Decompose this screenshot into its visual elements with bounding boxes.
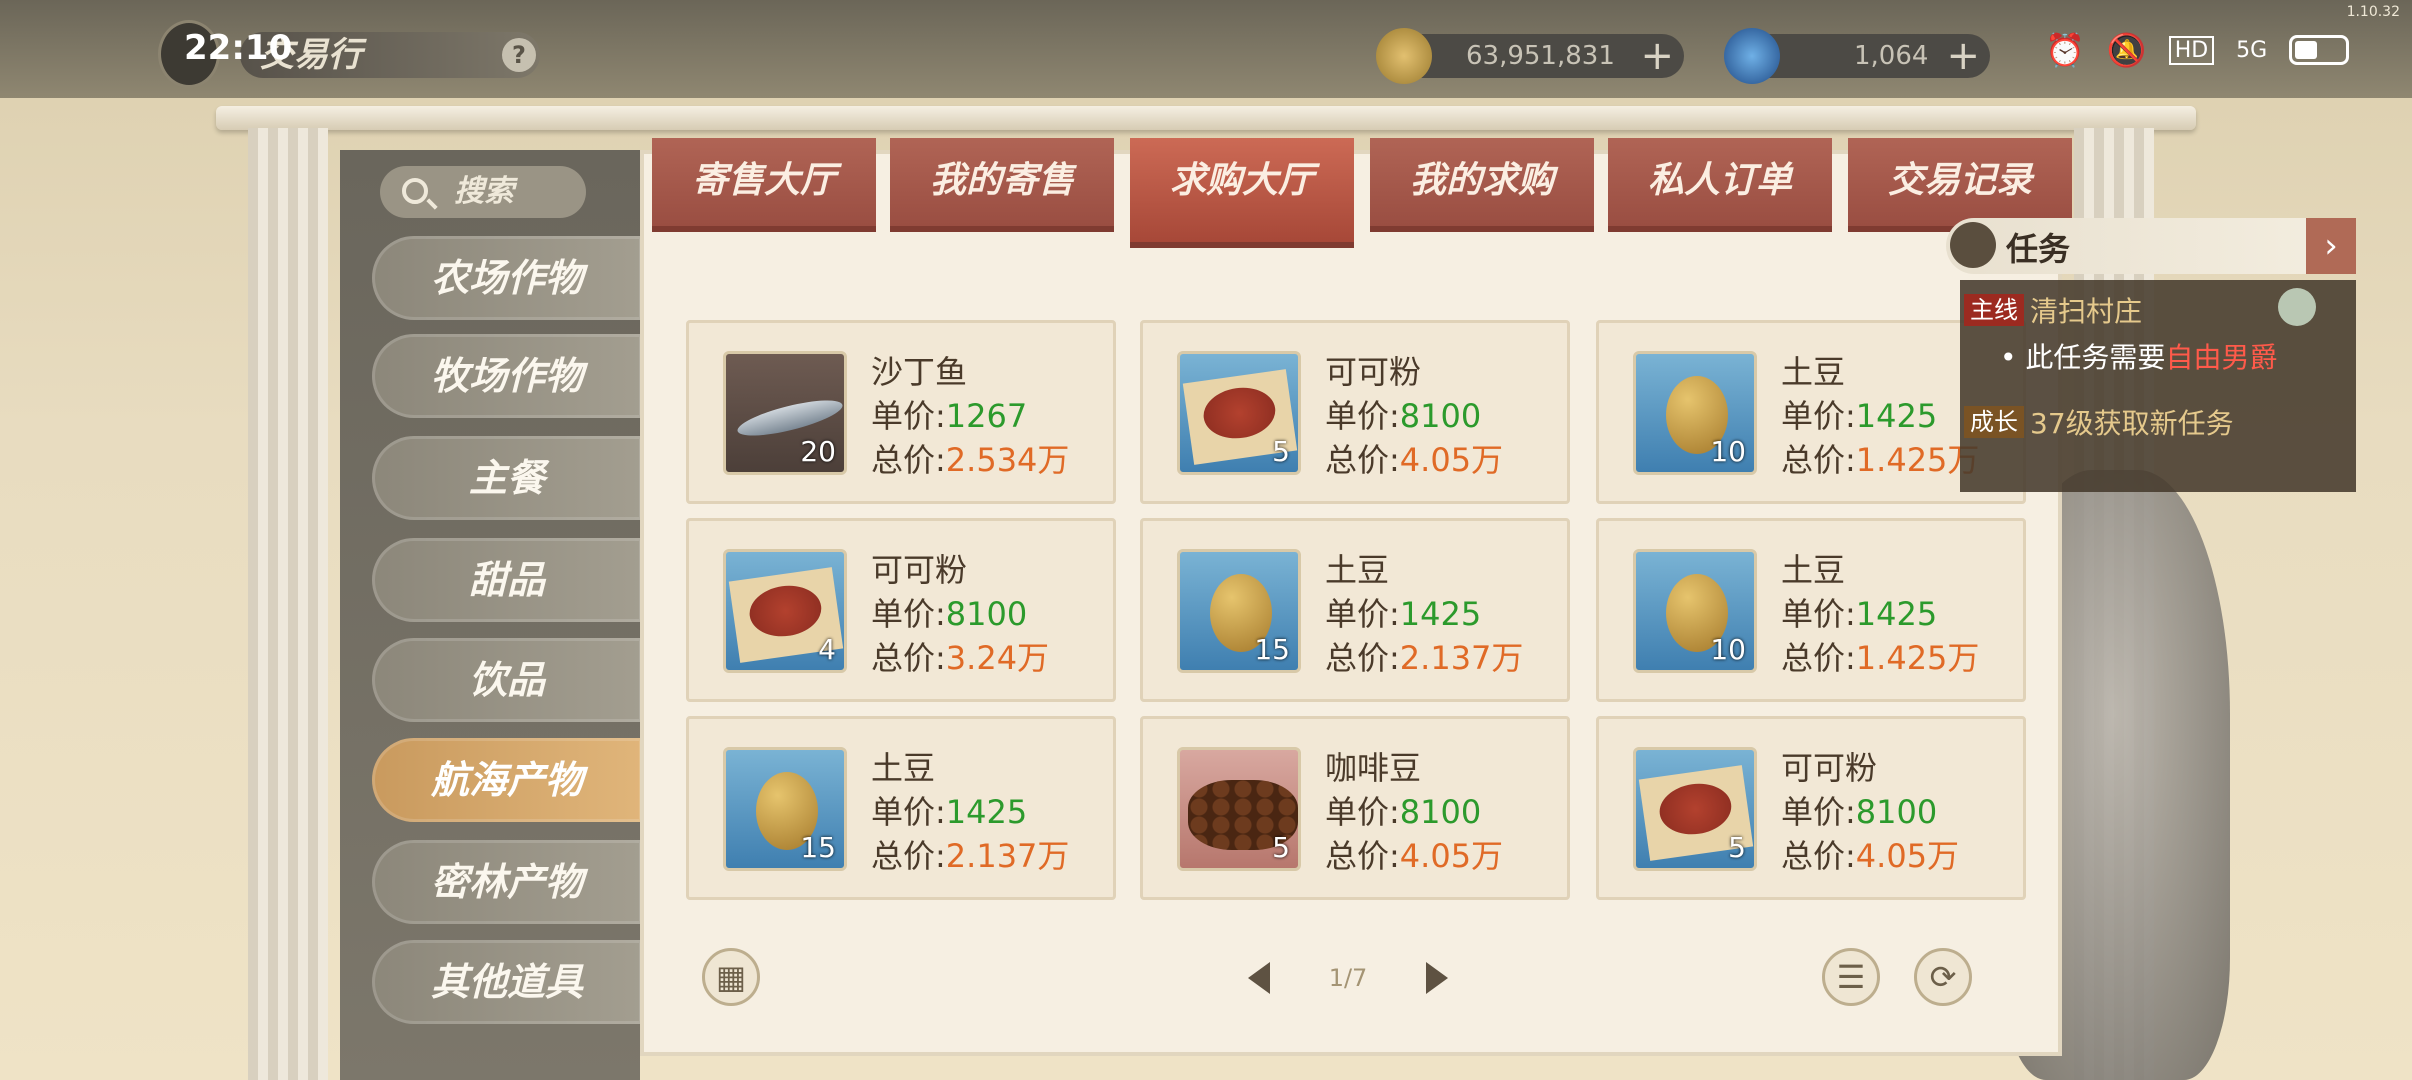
unit-price: 单价:8100 xyxy=(1781,793,1938,831)
item-card[interactable]: 20 沙丁鱼 单价:1267 总价:2.534万 xyxy=(686,320,1116,504)
category-farm-crops[interactable]: 农场作物 xyxy=(372,236,642,320)
tab-private-orders[interactable]: 私人订单 xyxy=(1608,138,1832,232)
item-card[interactable]: 5 可可粉 单价:8100 总价:4.05万 xyxy=(1596,716,2026,900)
unit-price: 单价:1425 xyxy=(871,793,1028,831)
pagination: 1/7 xyxy=(1248,954,1448,1002)
item-card[interactable]: 5 可可粉 单价:8100 总价:4.05万 xyxy=(1140,320,1570,504)
next-page-button[interactable] xyxy=(1426,962,1448,994)
unit-price: 单价:8100 xyxy=(871,595,1028,633)
item-name: 土豆 xyxy=(1781,551,1846,589)
category-dessert[interactable]: 甜品 xyxy=(372,538,642,622)
total-price: 总价:2.534万 xyxy=(871,441,1070,479)
item-name: 土豆 xyxy=(1325,551,1390,589)
total-price: 总价:4.05万 xyxy=(1325,837,1504,875)
gold-coin-icon xyxy=(1376,28,1432,84)
potato-icon: 10 xyxy=(1633,549,1757,673)
refresh-icon[interactable]: ⟳ xyxy=(1914,948,1972,1006)
tab-consignment-hall[interactable]: 寄售大厅 xyxy=(652,138,876,232)
diamond-amount: 1,064 xyxy=(1854,41,1929,71)
item-name: 沙丁鱼 xyxy=(871,353,968,391)
item-card[interactable]: 10 土豆 单价:1425 总价:1.425万 xyxy=(1596,518,2026,702)
category-main-course[interactable]: 主餐 xyxy=(372,436,642,520)
help-icon[interactable]: ? xyxy=(502,38,536,72)
search-icon xyxy=(402,178,428,204)
total-price: 总价:3.24万 xyxy=(871,639,1050,677)
add-gold-button[interactable]: + xyxy=(1640,34,1674,78)
quest-scroll-icon xyxy=(1950,222,1996,268)
total-price: 总价:4.05万 xyxy=(1325,441,1504,479)
growth-quest-text[interactable]: 37级获取新任务 xyxy=(2030,402,2234,442)
item-name: 可可粉 xyxy=(1325,353,1422,391)
mute-icon: 🔕 xyxy=(2106,31,2147,69)
item-card[interactable]: 15 土豆 单价:1425 总价:2.137万 xyxy=(1140,518,1570,702)
hd-icon: HD xyxy=(2168,35,2215,65)
main-quest-tag: 主线 xyxy=(1964,294,2024,326)
sardine-icon: 20 xyxy=(723,351,847,475)
tab-purchase-hall[interactable]: 求购大厅 xyxy=(1130,138,1354,248)
item-card[interactable]: 15 土豆 单价:1425 总价:2.137万 xyxy=(686,716,1116,900)
unit-price: 单价:8100 xyxy=(1325,397,1482,435)
add-diamond-button[interactable]: + xyxy=(1946,34,1980,78)
status-time: 22:10 xyxy=(184,28,293,68)
potato-icon: 15 xyxy=(1177,549,1301,673)
unit-price: 单价:1267 xyxy=(871,397,1028,435)
npc-avatar xyxy=(2278,288,2316,326)
category-maritime-products[interactable]: 航海产物 xyxy=(372,738,642,822)
diamond-currency: 1,064 + xyxy=(1724,28,1990,84)
unit-price: 单价:8100 xyxy=(1325,793,1482,831)
potato-icon: 15 xyxy=(723,747,847,871)
main-quest-name[interactable]: 清扫村庄 xyxy=(2030,290,2142,330)
system-status-icons: ⏰ 🔕 HD 5G xyxy=(2045,22,2350,78)
unit-price: 单价:1425 xyxy=(1325,595,1482,633)
item-name: 土豆 xyxy=(1781,353,1846,391)
potato-icon: 10 xyxy=(1633,351,1757,475)
search-label: 搜索 xyxy=(454,174,514,209)
cocoa-powder-icon: 4 xyxy=(723,549,847,673)
item-card[interactable]: 5 咖啡豆 单价:8100 总价:4.05万 xyxy=(1140,716,1570,900)
globe-gem-icon xyxy=(1724,28,1780,84)
tab-my-consignments[interactable]: 我的寄售 xyxy=(890,138,1114,232)
unit-price: 单价:1425 xyxy=(1781,397,1938,435)
signal-icon: 5G xyxy=(2236,37,2268,63)
item-name: 可可粉 xyxy=(1781,749,1878,787)
coffee-bean-icon: 5 xyxy=(1177,747,1301,871)
unit-price: 单价:1425 xyxy=(1781,595,1938,633)
battery-icon xyxy=(2289,35,2350,65)
total-price: 总价:2.137万 xyxy=(1325,639,1524,677)
gold-currency: 63,951,831 + xyxy=(1376,28,1684,84)
growth-quest-tag: 成长 xyxy=(1964,406,2024,438)
cocoa-powder-icon: 5 xyxy=(1177,351,1301,475)
category-other-items[interactable]: 其他道具 xyxy=(372,940,642,1024)
item-card[interactable]: 4 可可粉 单价:8100 总价:3.24万 xyxy=(686,518,1116,702)
item-name: 咖啡豆 xyxy=(1325,749,1422,787)
tab-my-purchases[interactable]: 我的求购 xyxy=(1370,138,1594,232)
quest-title: 任务 xyxy=(2006,230,2071,268)
category-drinks[interactable]: 饮品 xyxy=(372,638,642,722)
alarm-icon: ⏰ xyxy=(2045,31,2085,69)
item-name: 可可粉 xyxy=(871,551,968,589)
version-label: 1.10.32 xyxy=(2346,4,2400,20)
grid-view-icon[interactable]: ▦ xyxy=(702,948,760,1006)
quest-header[interactable]: 任务 › xyxy=(1946,218,2356,274)
prev-page-button[interactable] xyxy=(1248,962,1270,994)
cocoa-powder-icon: 5 xyxy=(1633,747,1757,871)
total-price: 总价:4.05万 xyxy=(1781,837,1960,875)
search-button[interactable]: 搜索 xyxy=(380,166,586,218)
quest-panel: 主线 清扫村庄 • 此任务需要自由男爵 成长 37级获取新任务 xyxy=(1960,280,2356,492)
sort-icon[interactable]: ☰ xyxy=(1822,948,1880,1006)
cornice xyxy=(216,106,2196,130)
left-pillar xyxy=(248,128,328,1080)
total-price: 总价:1.425万 xyxy=(1781,441,1980,479)
main-quest-requirement: • 此任务需要自由男爵 xyxy=(2000,341,2278,374)
gold-amount: 63,951,831 xyxy=(1466,41,1615,71)
total-price: 总价:1.425万 xyxy=(1781,639,1980,677)
item-name: 土豆 xyxy=(871,749,936,787)
collapse-arrow-icon[interactable]: › xyxy=(2306,218,2356,274)
category-jungle-products[interactable]: 密林产物 xyxy=(372,840,642,924)
category-ranch-products[interactable]: 牧场作物 xyxy=(372,334,642,418)
total-price: 总价:2.137万 xyxy=(871,837,1070,875)
page-indicator: 1/7 xyxy=(1328,964,1368,992)
